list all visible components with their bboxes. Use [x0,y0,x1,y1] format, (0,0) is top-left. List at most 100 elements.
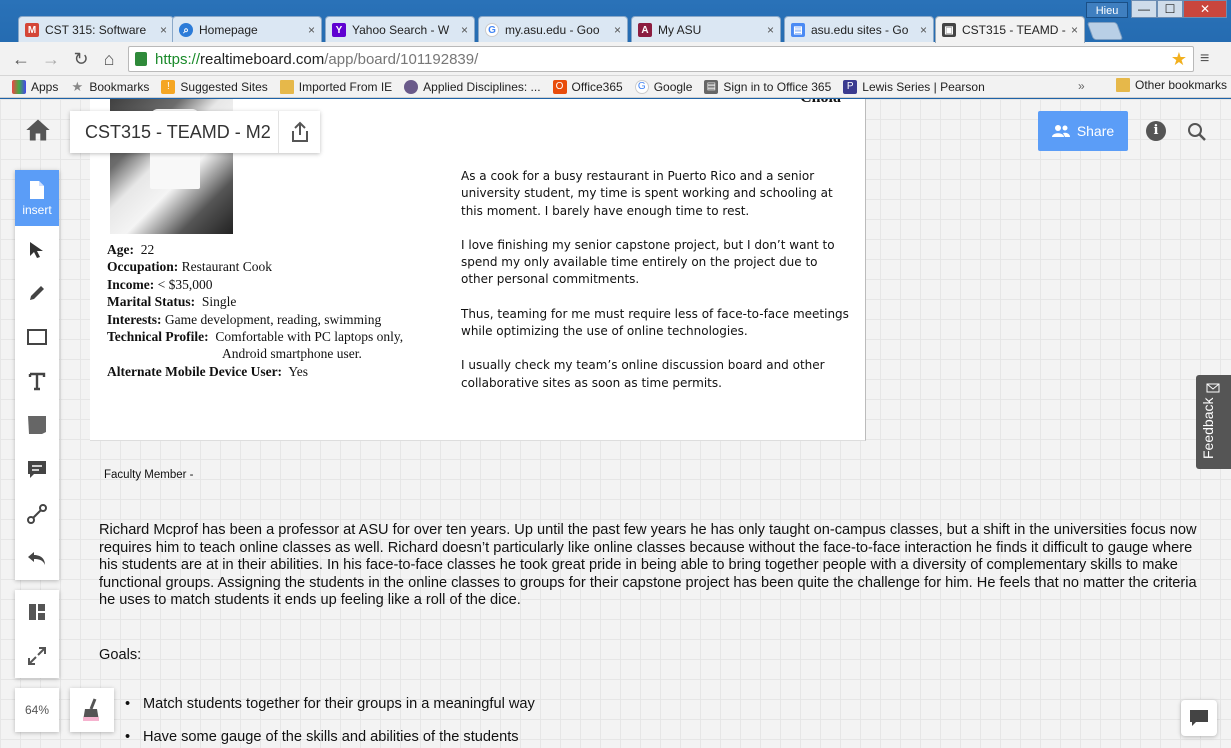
tools-panel: insert [15,170,59,580]
frames-button[interactable] [15,590,59,634]
comment-icon [28,461,46,478]
page-icon: ▤ [704,79,719,94]
tab-realtimeboard[interactable]: ▣ CST315 - TEAMD - × [935,16,1085,43]
bookmark-other[interactable]: Other bookmarks [1116,78,1227,92]
feedback-tab[interactable]: Feedback [1196,375,1231,469]
office-icon: O [552,79,567,94]
board-search-button[interactable] [1186,121,1208,143]
back-arrow-icon[interactable]: ← [10,48,32,70]
close-tab-icon[interactable]: × [767,23,774,37]
shape-tool[interactable] [15,315,59,359]
tab-homepage[interactable]: ⌕ Homepage × [172,16,322,43]
bio-paragraph: I love finishing my senior capstone proj… [461,237,835,287]
browser-toolbar: ← → ↻ ⌂ https://realtimeboard.com/app/bo… [0,42,1231,76]
insert-button[interactable]: insert [15,170,59,226]
bookmarks-overflow-icon[interactable]: » [1078,79,1085,93]
reload-icon[interactable]: ↻ [70,48,92,70]
tab-myasu-google[interactable]: G my.asu.edu - Goo × [478,16,628,43]
folder-icon [1116,78,1130,92]
goals-list[interactable]: Match students together for their groups… [125,696,535,748]
document-icon [30,180,44,199]
home-page-icon[interactable]: ⌂ [98,48,120,70]
tab-my-asu[interactable]: A My ASU × [631,16,781,43]
bookmark-google[interactable]: G Google [634,79,692,94]
expand-icon [28,647,46,665]
bookmark-imported-from-ie[interactable]: Imported From IE [279,79,392,94]
rectangle-icon [27,329,47,345]
list-item: Match students together for their groups… [125,696,535,712]
star-icon: ★ [71,78,84,94]
fact-technical-profile-cont: Android smartphone user. [222,346,362,362]
asu-icon: A [638,23,652,37]
pearson-icon: P [843,79,858,94]
undo-icon [28,552,45,565]
new-tab-button[interactable] [1086,22,1124,40]
connector-tool[interactable] [15,492,59,536]
close-tab-icon[interactable]: × [160,23,167,37]
bookmark-bookmarks[interactable]: ★ Bookmarks [70,78,150,94]
bookmark-star-icon[interactable]: ★ [1171,49,1187,70]
zoom-level[interactable]: 64% [15,688,59,732]
connector-line-icon [27,504,47,524]
sticker-tool[interactable] [15,403,59,447]
tab-yahoo[interactable]: Y Yahoo Search - W × [325,16,475,43]
persona-name: Chola [800,99,841,107]
fact-age: Age: 22 [107,242,155,257]
bookmark-lewis-series[interactable]: P Lewis Series | Pearson [843,79,985,94]
home-icon [26,119,50,141]
applied-disciplines-icon [404,79,419,94]
yahoo-icon: Y [332,23,346,37]
bio-paragraph: I usually check my team’s online discuss… [461,358,825,390]
address-bar[interactable]: https://realtimeboard.com/app/board/1011… [128,46,1194,72]
sites-icon: ▤ [791,23,805,37]
info-icon[interactable]: i [1146,121,1166,141]
bookmark-suggested-sites[interactable]: ! Suggested Sites [161,79,268,94]
close-tab-icon[interactable]: × [308,23,315,37]
faculty-description[interactable]: Richard Mcprof has been a professor at A… [99,522,1209,610]
tab-asu-sites[interactable]: ▤ asu.edu sites - Go × [784,16,934,43]
bookmark-applied-disciplines[interactable]: Applied Disciplines: ... [404,79,541,94]
chat-bubble-icon [1190,710,1208,726]
goals-label[interactable]: Goals: [99,647,141,663]
suggested-sites-icon: ! [161,79,176,94]
export-button[interactable] [278,111,320,153]
close-tab-icon[interactable]: × [920,23,927,37]
persona-facts: Age: 22 Occupation: Restaurant Cook Inco… [107,241,437,380]
users-icon [1051,125,1070,137]
text-tool[interactable] [15,359,59,403]
folder-icon [279,79,294,94]
fact-marital-status: Marital Status: Single [107,294,237,310]
faculty-label[interactable]: Faculty Member - [104,469,193,481]
upload-share-icon [291,121,308,142]
close-tab-icon[interactable]: × [1071,23,1078,37]
fullscreen-button[interactable] [15,634,59,678]
layout-grid-icon [29,604,45,620]
bio-paragraph: Thus, teaming for me must require less o… [461,306,849,339]
homepage-icon: ⌕ [179,23,193,37]
share-button[interactable]: Share [1038,111,1128,151]
comment-tool[interactable] [15,448,59,492]
cleanup-button[interactable] [70,688,114,732]
forward-arrow-icon[interactable]: → [40,48,62,70]
lock-icon [135,52,147,66]
board-title-box: CST315 - TEAMD - M2 [70,111,320,153]
realtimeboard-icon: ▣ [942,23,956,37]
bookmarks-bar: Apps ★ Bookmarks ! Suggested Sites Importe… [0,76,1231,98]
board-home-button[interactable] [24,116,52,144]
board-canvas[interactable]: Chola Age: 22 Occupation: Restaurant Coo… [0,99,1231,748]
pen-tool[interactable] [15,271,59,315]
close-tab-icon[interactable]: × [614,23,621,37]
board-title[interactable]: CST315 - TEAMD - M2 [70,122,278,143]
select-tool[interactable] [15,228,59,272]
bookmark-office365[interactable]: O Office365 [552,79,623,94]
chrome-menu-icon[interactable]: ≡ [1200,50,1218,68]
close-tab-icon[interactable]: × [461,23,468,37]
fact-income: Income: < $35,000 [107,276,213,292]
undo-button[interactable] [15,536,59,580]
google-icon: G [634,79,649,94]
chat-button[interactable] [1181,700,1217,736]
tab-gmail[interactable]: M CST 315: Software × [18,16,174,43]
bookmark-apps[interactable]: Apps [12,79,58,94]
bookmark-sign-in-office365[interactable]: ▤ Sign in to Office 365 [704,79,831,94]
gmail-icon: M [25,23,39,37]
